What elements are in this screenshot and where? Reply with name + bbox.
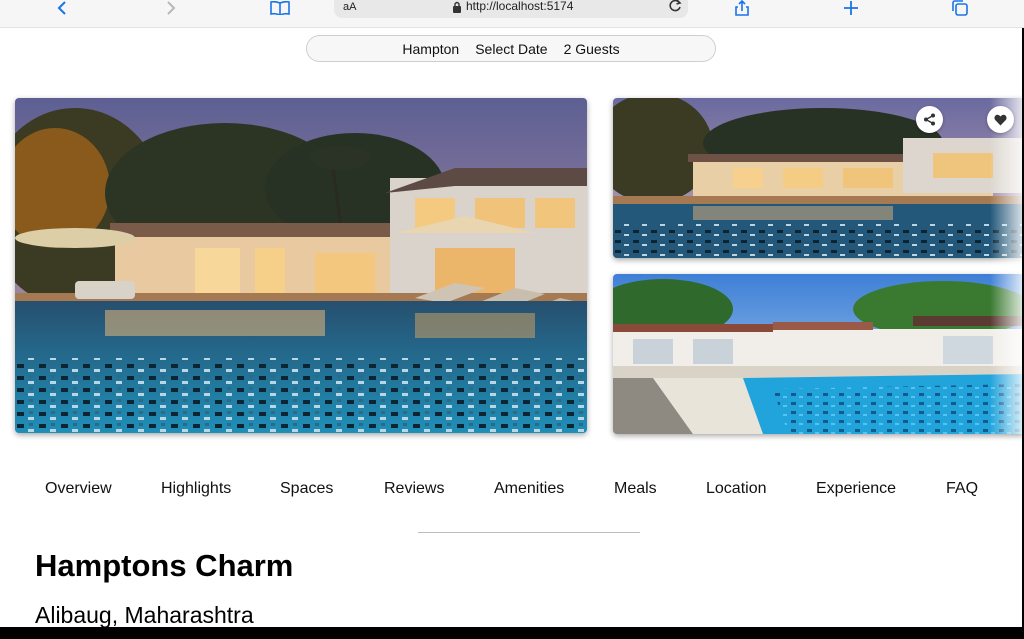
lock-icon <box>452 0 462 18</box>
search-guests[interactable]: 2 Guests <box>564 41 620 57</box>
url-text[interactable]: http://localhost:5174 <box>466 0 573 13</box>
share-icon <box>924 113 935 126</box>
search-summary[interactable]: Hampton Select Date 2 Guests <box>306 35 716 62</box>
nav-reviews[interactable]: Reviews <box>384 480 444 498</box>
browser-toolbar: aA http://localhost:5174 <box>0 0 1024 28</box>
nav-highlights[interactable]: Highlights <box>161 480 231 498</box>
nav-experience[interactable]: Experience <box>816 480 896 498</box>
gallery-photo-dusk[interactable] <box>613 98 1024 258</box>
nav-meals[interactable]: Meals <box>614 480 657 498</box>
property-location: Alibaug, Maharashtra <box>35 602 254 628</box>
heart-icon <box>994 114 1007 125</box>
nav-spaces[interactable]: Spaces <box>280 480 333 498</box>
gallery-photo-day[interactable] <box>613 274 1024 434</box>
section-nav: Overview Highlights Spaces Reviews Ameni… <box>0 480 1024 502</box>
nav-faq[interactable]: FAQ <box>946 480 978 498</box>
text-size-button[interactable]: aA <box>343 1 356 13</box>
main-photo[interactable] <box>15 98 587 433</box>
address-bar[interactable]: aA http://localhost:5174 <box>334 0 688 18</box>
search-date[interactable]: Select Date <box>475 41 547 57</box>
share-icon[interactable] <box>732 0 752 16</box>
tabs-icon[interactable] <box>950 0 970 16</box>
forward-icon[interactable] <box>163 0 179 16</box>
nav-location[interactable]: Location <box>706 480 767 498</box>
search-location[interactable]: Hampton <box>402 41 459 57</box>
nav-overview[interactable]: Overview <box>45 480 112 498</box>
reload-icon[interactable] <box>668 0 682 18</box>
back-icon[interactable] <box>54 0 70 16</box>
window-bottom-edge <box>0 627 1024 639</box>
favorite-button[interactable] <box>987 106 1014 133</box>
share-button[interactable] <box>916 106 943 133</box>
bookmarks-icon[interactable] <box>268 0 292 16</box>
new-tab-icon[interactable] <box>842 0 860 16</box>
nav-divider <box>418 532 640 533</box>
nav-amenities[interactable]: Amenities <box>494 480 564 498</box>
property-title: Hamptons Charm <box>35 548 294 583</box>
